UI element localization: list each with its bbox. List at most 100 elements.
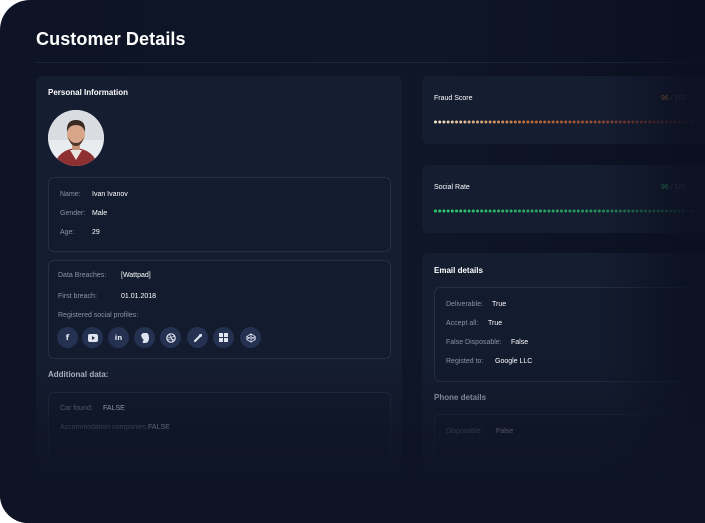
- progress-dot: [526, 209, 530, 213]
- progress-dot: [492, 209, 496, 213]
- disposable-row: False Disposable: False: [446, 339, 528, 346]
- progress-dot: [648, 209, 652, 213]
- progress-dot: [438, 209, 442, 213]
- name-value: Ivan Ivanov: [92, 191, 128, 198]
- codepen-icon[interactable]: [240, 327, 261, 348]
- progress-dot: [471, 209, 475, 213]
- progress-dot: [543, 209, 547, 213]
- progress-dot: [681, 209, 685, 213]
- progress-dot: [455, 120, 458, 124]
- email-details-heading: Email details: [434, 266, 483, 275]
- registered-label: Registed to:: [446, 358, 484, 365]
- deliverable-value: True: [492, 301, 507, 308]
- progress-dot: [581, 120, 584, 124]
- deliverable-label: Deliverable:: [446, 301, 483, 308]
- youtube-icon[interactable]: [82, 327, 103, 348]
- progress-dot: [476, 209, 479, 213]
- progress-dot: [589, 209, 593, 213]
- progress-dot: [686, 120, 689, 124]
- progress-dot: [623, 209, 626, 213]
- page-title: Customer Details: [36, 29, 186, 49]
- progress-dot: [665, 120, 668, 124]
- progress-dot: [497, 209, 500, 213]
- progress-dot: [530, 120, 534, 124]
- progress-dot: [518, 209, 521, 213]
- progress-dot: [660, 209, 664, 213]
- progress-dot: [484, 209, 488, 213]
- social-rate-value: 96 / 100: [661, 184, 686, 191]
- phone-details-heading: Phone details: [434, 393, 487, 402]
- first-breach-value: 01.01.2018: [121, 293, 157, 300]
- dribbble-icon[interactable]: [160, 327, 181, 348]
- progress-dot: [530, 209, 534, 213]
- progress-dot: [501, 120, 505, 124]
- progress-dot: [677, 120, 681, 124]
- social-rate-bar: [434, 209, 694, 213]
- progress-dot: [610, 209, 614, 213]
- disposable-value: False: [511, 339, 529, 346]
- progress-dot: [459, 120, 463, 124]
- progress-dot: [476, 120, 479, 124]
- progress-dot: [635, 120, 639, 124]
- progress-dot: [572, 120, 576, 124]
- progress-dot: [564, 209, 568, 213]
- progress-dot: [467, 209, 471, 213]
- data-breaches-label: Data Breaches:: [58, 272, 107, 279]
- progress-dot: [442, 120, 446, 124]
- fraud-score-label: Fraud Score: [434, 95, 473, 102]
- data-breaches-value: [Wattpad]: [121, 272, 151, 279]
- avatar-photo: [48, 110, 104, 166]
- progress-dot: [560, 120, 563, 124]
- first-breach-label: First breach:: [58, 293, 97, 300]
- phone-disposable-value: False: [496, 428, 514, 435]
- progress-dot: [522, 209, 526, 213]
- progress-dot: [450, 120, 454, 124]
- progress-dot: [652, 209, 656, 213]
- progress-dot: [656, 209, 660, 213]
- progress-dot: [610, 120, 614, 124]
- fraud-score-number: 96: [661, 95, 669, 102]
- progress-dot: [686, 209, 689, 213]
- progress-dot: [547, 120, 551, 124]
- progress-dot: [434, 120, 437, 124]
- progress-dot: [568, 209, 572, 213]
- windows-icon[interactable]: [213, 327, 234, 348]
- facebook-icon[interactable]: f: [57, 327, 78, 348]
- progress-dot: [681, 120, 685, 124]
- gravatar-icon[interactable]: [187, 327, 208, 348]
- progress-dot: [480, 120, 484, 124]
- progress-dot: [572, 209, 576, 213]
- progress-dot: [597, 209, 601, 213]
- linkedin-icon[interactable]: in: [108, 327, 129, 348]
- progress-dot: [459, 209, 463, 213]
- additional-data-heading: Additional data:: [48, 370, 109, 379]
- gender-value: Male: [92, 210, 108, 217]
- social-rate-max: / 100: [670, 184, 687, 191]
- social-rate-card: [422, 165, 705, 233]
- progress-dot: [639, 209, 643, 213]
- progress-dot: [505, 209, 509, 213]
- progress-dot: [614, 120, 618, 124]
- accommodation-value: FALSE: [148, 424, 170, 431]
- progress-dot: [618, 209, 622, 213]
- progress-dot: [656, 120, 660, 124]
- progress-dot: [665, 209, 668, 213]
- car-found-row: Car found: FALSE: [60, 405, 125, 412]
- fraud-score-value: 96 / 100: [661, 95, 686, 102]
- car-found-value: FALSE: [103, 405, 125, 412]
- progress-dot: [501, 209, 505, 213]
- progress-dot: [488, 120, 492, 124]
- progress-dot: [450, 209, 454, 213]
- progress-dot: [639, 120, 643, 124]
- progress-dot: [505, 120, 509, 124]
- age-label: Age:: [60, 229, 75, 236]
- progress-dot: [467, 120, 471, 124]
- progress-dot: [446, 120, 450, 124]
- evernote-icon[interactable]: [134, 327, 155, 348]
- progress-dot: [480, 209, 484, 213]
- progress-dot: [593, 120, 597, 124]
- progress-dot: [660, 120, 664, 124]
- phone-disposable-row: Disposable: False: [446, 428, 513, 435]
- phone-disposable-label: Disposable:: [446, 428, 483, 435]
- personal-info-heading: Personal Information: [48, 88, 129, 97]
